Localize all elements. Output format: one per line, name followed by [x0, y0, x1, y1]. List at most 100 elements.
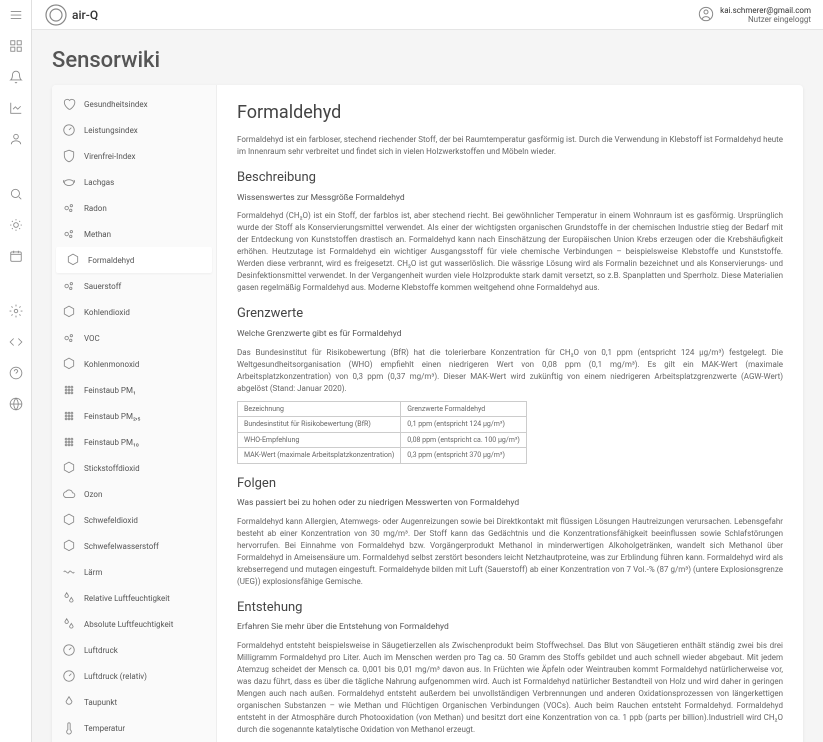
sidenav-item-label: Luftdruck (relativ)	[84, 672, 147, 681]
section-heading-folgen: Folgen	[237, 474, 783, 494]
user-email: kai.schmerer@gmail.com	[720, 6, 811, 15]
sidenav-item-13[interactable]: Feinstaub PM₁₀	[52, 429, 216, 455]
sidenav-item-17[interactable]: Schwefelwasserstoff	[52, 533, 216, 559]
sidenav-item-16[interactable]: Schwefeldioxid	[52, 507, 216, 533]
brand-logo[interactable]: air-Q	[44, 3, 98, 27]
hex-icon	[62, 513, 76, 527]
table-cell: Bundesinstitut für Risikobewertung (BfR)	[238, 417, 401, 433]
table-cell: WHO-Empfehlung	[238, 432, 401, 448]
section-body-beschreibung: Formaldehyd (CH₂O) ist ein Stoff, der fa…	[237, 210, 783, 294]
left-rail	[0, 0, 32, 742]
sidenav-item-label: Sauerstoff	[84, 282, 121, 291]
sidenav-item-label: Leistungsindex	[84, 126, 138, 135]
wave-icon	[62, 565, 76, 579]
sidenav-item-label: Absolute Luftfeuchtigkeit	[84, 620, 173, 629]
cloud-icon	[62, 487, 76, 501]
sidenav-item-11[interactable]: Feinstaub PM₁	[52, 377, 216, 403]
sidenav-item-label: VOC	[84, 334, 100, 343]
grid-icon	[62, 383, 76, 397]
table-row: Bundesinstitut für Risikobewertung (BfR)…	[238, 417, 527, 433]
code-icon[interactable]	[9, 335, 23, 352]
dashboard-icon[interactable]	[9, 39, 23, 56]
table-cell: 0,3 ppm (entspricht 370 µg/m³)	[401, 448, 527, 464]
sidenav-item-4[interactable]: Radon	[52, 195, 216, 221]
sidenav-item-8[interactable]: Kohlendioxid	[52, 299, 216, 325]
brand-text: air-Q	[72, 8, 98, 22]
avatar-icon	[698, 6, 714, 24]
sidenav-item-label: Methan	[84, 230, 111, 239]
shield-icon	[62, 149, 76, 163]
topbar: air-Q kai.schmerer@gmail.com Nutzer eing…	[32, 0, 823, 30]
menu-icon[interactable]	[9, 8, 23, 25]
hex-icon	[66, 253, 80, 267]
sidenav-item-21[interactable]: Luftdruck	[52, 637, 216, 663]
sidenav-item-label: Virenfrei-Index	[84, 152, 135, 161]
section-body-folgen: Formaldehyd kann Allergien, Atemwegs- od…	[237, 516, 783, 588]
hex-icon	[62, 305, 76, 319]
sidenav-item-label: Relative Luftfeuchtigkeit	[84, 594, 170, 603]
sidenav-item-24[interactable]: Temperatur	[52, 715, 216, 741]
sidenav-item-label: Formaldehyd	[88, 256, 134, 265]
chart-icon[interactable]	[9, 101, 23, 118]
article-title: Formaldehyd	[237, 99, 783, 126]
section-sub-beschreibung: Wissenswertes zur Messgröße Formaldehyd	[237, 192, 783, 205]
sidenav-item-12[interactable]: Feinstaub PM₂,₅	[52, 403, 216, 429]
sidenav-item-18[interactable]: Lärm	[52, 559, 216, 585]
sidenav-item-label: Gesundheitsindex	[84, 100, 148, 109]
bell-icon[interactable]	[9, 70, 23, 87]
sidenav-item-5[interactable]: Methan	[52, 221, 216, 247]
globe-icon[interactable]	[9, 397, 23, 414]
sidenav-item-label: Stickstoffdioxid	[84, 464, 140, 473]
section-heading-grenzwerte: Grenzwerte	[237, 304, 783, 324]
sidenav-item-15[interactable]: Ozon	[52, 481, 216, 507]
grid-icon	[62, 435, 76, 449]
drops-icon	[62, 617, 76, 631]
bubbles-icon	[62, 331, 76, 345]
sidenav-item-23[interactable]: Taupunkt	[52, 689, 216, 715]
article: Formaldehyd Formaldehyd ist ein farblose…	[217, 85, 803, 742]
gauge-icon	[62, 643, 76, 657]
bubbles-icon	[62, 279, 76, 293]
sidenav-item-label: Luftdruck	[84, 646, 118, 655]
article-intro: Formaldehyd ist ein farbloser, stechend …	[237, 134, 783, 158]
page-title: Sensorwiki	[52, 48, 803, 73]
hex-icon	[62, 461, 76, 475]
user-icon[interactable]	[9, 132, 23, 149]
section-sub-folgen: Was passiert bei zu hohen oder zu niedri…	[237, 497, 783, 510]
table-row: WHO-Empfehlung0,08 ppm (entspricht ca. 1…	[238, 432, 527, 448]
calendar-icon[interactable]	[9, 249, 23, 266]
thermo-icon	[62, 721, 76, 735]
sidenav-item-label: Schwefelwasserstoff	[84, 542, 159, 551]
sidenav-item-20[interactable]: Absolute Luftfeuchtigkeit	[52, 611, 216, 637]
drops-icon	[62, 591, 76, 605]
sidenav-item-0[interactable]: Gesundheitsindex	[52, 91, 216, 117]
sidenav-item-19[interactable]: Relative Luftfeuchtigkeit	[52, 585, 216, 611]
user-menu[interactable]: kai.schmerer@gmail.com Nutzer eingeloggt	[698, 6, 811, 24]
settings-icon[interactable]	[9, 304, 23, 321]
gauge-icon	[62, 123, 76, 137]
sidenav-item-22[interactable]: Luftdruck (relativ)	[52, 663, 216, 689]
user-status: Nutzer eingeloggt	[748, 15, 811, 24]
sidenav-item-7[interactable]: Sauerstoff	[52, 273, 216, 299]
sidenav-item-2[interactable]: Virenfrei-Index	[52, 143, 216, 169]
brightness-icon[interactable]	[9, 218, 23, 235]
sidenav-item-6[interactable]: Formaldehyd	[56, 247, 212, 273]
table-header: Grenzwerte Formaldehyd	[401, 401, 527, 417]
sidenav-item-1[interactable]: Leistungsindex	[52, 117, 216, 143]
sidenav-item-label: Ozon	[84, 490, 102, 499]
table-row: MAK-Wert (maximale Arbeitsplatzkonzentra…	[238, 448, 527, 464]
section-body-grenzwerte: Das Bundesinstitut für Risikobewertung (…	[237, 347, 783, 395]
table-cell: 0,08 ppm (entspricht ca. 100 µg/m³)	[401, 432, 527, 448]
bubbles-icon	[62, 227, 76, 241]
sidenav-item-3[interactable]: Lachgas	[52, 169, 216, 195]
section-body-entstehung: Formaldehyd entsteht beispielsweise in S…	[237, 640, 783, 736]
sidenav-item-label: Taupunkt	[84, 698, 117, 707]
gauge-icon	[62, 669, 76, 683]
sidenav-item-label: Radon	[84, 204, 107, 213]
sidenav-item-10[interactable]: Kohlenmonoxid	[52, 351, 216, 377]
sidenav-item-9[interactable]: VOC	[52, 325, 216, 351]
sidenav-item-14[interactable]: Stickstoffdioxid	[52, 455, 216, 481]
help-icon[interactable]	[9, 366, 23, 383]
search-icon[interactable]	[9, 187, 23, 204]
section-heading-entstehung: Entstehung	[237, 598, 783, 618]
